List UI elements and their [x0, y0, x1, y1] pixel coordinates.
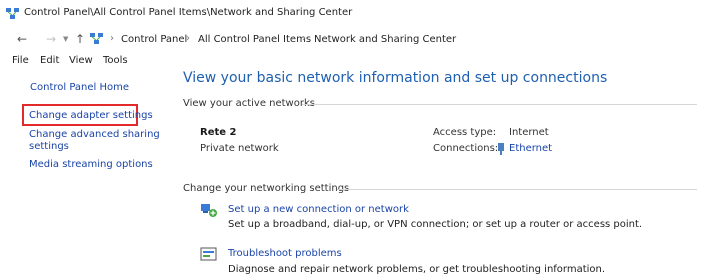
arrow-up-icon[interactable]: ↑: [75, 32, 85, 46]
menu-file[interactable]: File: [12, 55, 29, 66]
troubleshoot-icon: [200, 247, 217, 261]
setup-connection-desc: Set up a broadband, dial-up, or VPN conn…: [228, 219, 643, 230]
connections-label: Connections:: [433, 143, 499, 154]
network-name: Rete 2: [200, 127, 237, 138]
network-type: Private network: [200, 143, 279, 154]
divider: [302, 104, 697, 105]
access-type-label: Access type:: [433, 127, 497, 138]
ethernet-icon: [498, 143, 504, 155]
sidebar-link-media-streaming[interactable]: Media streaming options: [29, 159, 153, 171]
breadcrumb-network-center[interactable]: Network and Sharing Center: [314, 34, 456, 45]
change-settings-heading: Change your networking settings: [183, 183, 350, 194]
active-networks-heading: View your active networks: [183, 98, 315, 109]
troubleshoot-link[interactable]: Troubleshoot problems: [228, 248, 342, 259]
menu-edit[interactable]: Edit: [40, 55, 59, 66]
troubleshoot-desc: Diagnose and repair network problems, or…: [228, 264, 606, 275]
setup-connection-link[interactable]: Set up a new connection or network: [228, 204, 409, 215]
breadcrumb-separator: ›: [110, 33, 114, 44]
sidebar-link-change-adapter[interactable]: Change adapter settings: [29, 110, 153, 122]
divider: [337, 189, 697, 190]
arrow-left-icon[interactable]: ←: [17, 32, 27, 46]
breadcrumb-separator: ›: [302, 33, 306, 44]
title-bar: Control Panel\All Control Panel Items\Ne…: [0, 0, 701, 28]
arrow-right-icon[interactable]: →: [46, 32, 56, 46]
breadcrumb-all-items[interactable]: All Control Panel Items: [198, 34, 311, 45]
breadcrumb-control-panel[interactable]: Control Panel: [121, 34, 187, 45]
network-setup-icon: [201, 204, 217, 217]
access-type-value: Internet: [509, 127, 549, 138]
menu-view[interactable]: View: [69, 55, 93, 66]
page-title: View your basic network information and …: [183, 70, 608, 86]
network-center-icon: [6, 8, 19, 19]
sidebar-link-change-sharing[interactable]: Change advanced sharing: [29, 129, 160, 141]
menu-tools[interactable]: Tools: [103, 55, 128, 66]
menu-bar: File Edit View Tools: [0, 55, 701, 71]
sidebar-link-change-sharing-cont[interactable]: settings: [29, 141, 69, 153]
network-center-icon: [90, 33, 103, 44]
breadcrumb-separator: ›: [186, 33, 190, 44]
connection-ethernet-link[interactable]: Ethernet: [509, 143, 552, 154]
address-bar: ← → ▼ ↑ › Control Panel › All Control Pa…: [0, 30, 701, 50]
chevron-down-icon[interactable]: ▼: [63, 35, 68, 43]
window-title: Control Panel\All Control Panel Items\Ne…: [24, 7, 353, 18]
sidebar-link-home[interactable]: Control Panel Home: [30, 82, 129, 94]
